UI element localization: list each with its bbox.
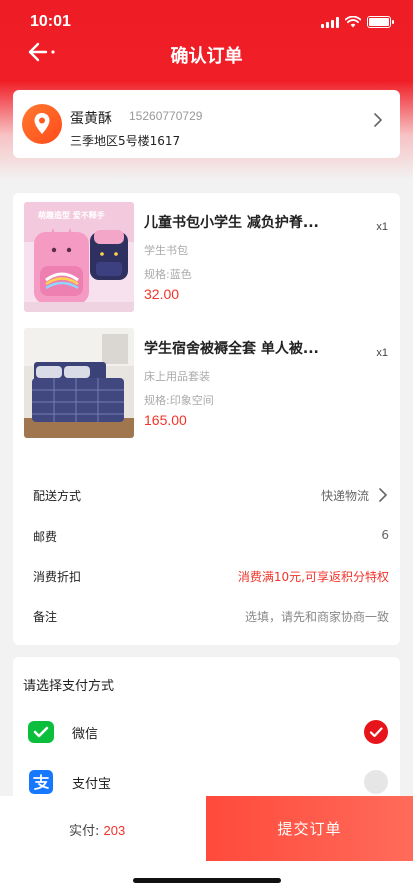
shipping-fee-row: 邮费 6: [33, 526, 389, 546]
payment-option-alipay[interactable]: 支付宝: [23, 766, 393, 798]
cellular-signal-icon: [321, 16, 339, 28]
payment-card: 请选择支付方式 微信 支付宝: [13, 657, 400, 807]
product-item[interactable]: 学生宿舍被褥全套 单人被... 床上用品套装 规格:印象空间 165.00 x1: [24, 328, 390, 440]
recipient-name: 蛋黄酥: [70, 111, 112, 127]
location-pin-icon: [22, 104, 62, 144]
radio-unchecked-icon[interactable]: [364, 770, 388, 794]
product-image-bedding: [24, 328, 134, 438]
discount-row: 消费折扣 消费满10元,可享返积分特权: [33, 566, 389, 586]
address-card[interactable]: 蛋黄酥 15260770729 三季地区5号楼1617: [13, 90, 400, 158]
discount-value: 消费满10元,可享返积分特权: [237, 570, 389, 584]
product-quantity: x1: [376, 347, 388, 359]
wifi-icon: [345, 16, 361, 28]
order-card: 萌趣造型 爱不释手 儿童书包小学生 减负护脊... 学生书包 规格:蓝色 32.…: [13, 193, 400, 645]
row-label: 消费折扣: [33, 570, 82, 584]
home-indicator: [133, 878, 281, 883]
product-spec: 规格:印象空间: [144, 394, 214, 407]
product-spec: 规格:蓝色: [144, 268, 192, 281]
payment-heading: 请选择支付方式: [23, 679, 115, 694]
remark-row[interactable]: 备注 选填，请先和商家协商一致: [33, 606, 389, 626]
product-item[interactable]: 萌趣造型 爱不释手 儿童书包小学生 减负护脊... 学生书包 规格:蓝色 32.…: [24, 202, 390, 314]
product-category: 学生书包: [144, 244, 188, 257]
status-icons: [321, 16, 394, 28]
payment-label: 支付宝: [72, 777, 112, 792]
shipping-fee-value: 6: [381, 528, 389, 542]
product-title: 儿童书包小学生 减负护脊...: [144, 215, 319, 231]
product-image-backpack: 萌趣造型 爱不释手: [24, 202, 134, 312]
status-time: 10:01: [30, 13, 71, 30]
total-value: 203: [103, 823, 126, 838]
chevron-right-icon: [374, 113, 382, 127]
wechat-icon: [28, 721, 54, 743]
product-image-banner: 萌趣造型 爱不释手: [38, 211, 105, 220]
payment-label: 微信: [72, 727, 99, 742]
product-category: 床上用品套装: [144, 370, 210, 383]
remark-input[interactable]: 选填，请先和商家协商一致: [245, 608, 389, 625]
delivery-method-value: 快递物流: [320, 489, 369, 503]
status-bar: 10:01: [0, 0, 413, 44]
product-price: 32.00: [144, 286, 180, 302]
battery-icon: [367, 16, 394, 28]
bottom-bar: 实付: 203 提交订单: [0, 796, 413, 895]
row-label: 邮费: [33, 530, 58, 544]
row-label: 备注: [33, 610, 58, 624]
payment-option-wechat[interactable]: 微信: [23, 716, 393, 748]
address-detail: 三季地区5号楼1617: [70, 134, 181, 148]
row-label: 配送方式: [33, 489, 82, 503]
product-quantity: x1: [376, 221, 388, 233]
submit-order-button[interactable]: 提交订单: [206, 796, 413, 861]
product-title: 学生宿舍被褥全套 单人被...: [144, 341, 319, 357]
total-label: 实付:: [69, 824, 100, 839]
chevron-right-icon: [379, 488, 387, 502]
delivery-method-row[interactable]: 配送方式 快递物流: [33, 485, 389, 505]
alipay-icon: [29, 770, 53, 794]
product-price: 165.00: [144, 412, 187, 428]
total-amount: 实付: 203: [69, 820, 125, 839]
page-title: 确认订单: [170, 46, 243, 67]
recipient-phone: 15260770729: [129, 109, 203, 123]
radio-checked-icon[interactable]: [364, 720, 388, 744]
